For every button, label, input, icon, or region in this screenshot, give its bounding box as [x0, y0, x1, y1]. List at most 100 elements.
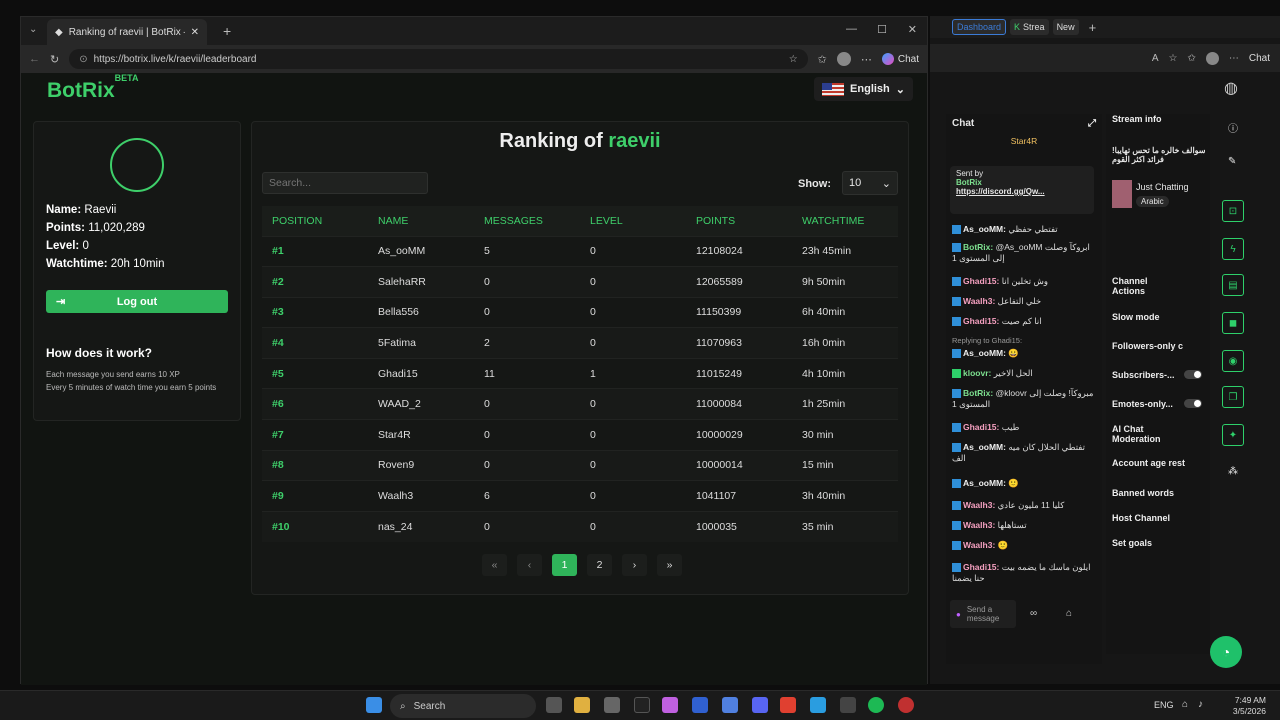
emote-picker-icon[interactable]: ∞: [1030, 608, 1037, 619]
back-icon[interactable]: ←: [29, 53, 40, 65]
browser-tab[interactable]: ◆ Ranking of raevii | BotRix — Cloud ✕: [47, 19, 207, 45]
next-page-icon[interactable]: ›: [622, 554, 647, 576]
language-selector[interactable]: English ⌄: [814, 77, 913, 101]
col-messages[interactable]: MESSAGES: [474, 206, 580, 236]
logout-button[interactable]: ⇥ Log out: [46, 290, 228, 313]
col-position[interactable]: POSITION: [262, 206, 368, 236]
msg-user[interactable]: As_ooMM:: [963, 478, 1006, 488]
taskbar-search[interactable]: ⌕ Search: [390, 694, 536, 718]
emotes-toggle[interactable]: [1184, 399, 1202, 408]
copilot-chat-button[interactable]: Chat: [881, 53, 919, 65]
close-tab-icon[interactable]: ✕: [191, 27, 199, 38]
tools-icon[interactable]: ✦: [1222, 424, 1244, 446]
msg-user[interactable]: Ghadi15:: [963, 562, 999, 572]
spotify-icon[interactable]: [868, 697, 884, 713]
col-watchtime[interactable]: WATCHTIME: [792, 206, 898, 236]
apps-icon[interactable]: ⁂: [1228, 466, 1238, 477]
maximize-icon[interactable]: ☐: [877, 23, 887, 36]
close-window-icon[interactable]: ✕: [908, 23, 917, 36]
msg-user[interactable]: Ghadi15:: [963, 316, 999, 326]
tiktok-icon[interactable]: [634, 697, 650, 713]
file-explorer-icon[interactable]: [574, 697, 590, 713]
action-ai-moderation[interactable]: AI Chat Moderation: [1112, 424, 1182, 444]
more-icon[interactable]: ⋯: [1229, 53, 1239, 64]
favorites-icon[interactable]: ✩: [818, 53, 827, 66]
botrix-logo[interactable]: BotRixBETA: [47, 73, 139, 103]
volume-icon[interactable]: ♪: [1198, 699, 1203, 710]
profile-avatar-icon[interactable]: [1205, 51, 1219, 65]
globe-icon[interactable]: ◍: [1224, 78, 1238, 98]
store-icon[interactable]: [604, 697, 620, 713]
info-icon[interactable]: ⓘ: [1228, 120, 1238, 135]
more-icon[interactable]: ⋯: [861, 53, 872, 66]
send-message-input[interactable]: ● Send a message: [950, 600, 1016, 628]
favorites-icon[interactable]: ✩: [1187, 53, 1195, 64]
site-info-icon[interactable]: ⊙: [79, 54, 87, 65]
tab-new[interactable]: New: [1052, 19, 1079, 35]
action-host-channel[interactable]: Host Channel: [1112, 513, 1170, 523]
app2-icon[interactable]: [840, 697, 856, 713]
col-name[interactable]: NAME: [368, 206, 474, 236]
msg-user[interactable]: As_ooMM:: [963, 224, 1006, 234]
bookmark-star-icon[interactable]: ☆: [789, 54, 798, 65]
msg-user[interactable]: Waalh3:: [963, 540, 995, 550]
profile-avatar-icon[interactable]: [836, 52, 851, 66]
task-view-icon[interactable]: [546, 697, 562, 713]
first-page-icon[interactable]: «: [482, 554, 507, 576]
pinned-message[interactable]: Sent by BotRix https://discord.gg/Qw...: [950, 166, 1094, 214]
app-icon[interactable]: [692, 697, 708, 713]
col-points[interactable]: POINTS: [686, 206, 792, 236]
action-followers-only[interactable]: Followers-only c: [1112, 341, 1183, 351]
discord-icon[interactable]: [752, 697, 768, 713]
action-banned-words[interactable]: Banned words: [1112, 488, 1174, 498]
new-tab-icon[interactable]: +: [223, 23, 231, 39]
chrome-icon[interactable]: [780, 697, 796, 713]
page-2-button[interactable]: 2: [587, 554, 612, 576]
read-aloud-icon[interactable]: A: [1152, 53, 1159, 64]
page-1-button[interactable]: 1: [552, 554, 577, 576]
action-set-goals[interactable]: Set goals: [1112, 538, 1152, 548]
reload-icon[interactable]: ↻: [50, 53, 59, 66]
url-field[interactable]: ⊙ https://botrix.live/k/raevii/leaderboar…: [69, 49, 808, 69]
prev-page-icon[interactable]: ‹: [517, 554, 542, 576]
msg-user[interactable]: Ghadi15:: [963, 276, 999, 286]
store-icon[interactable]: ⌂: [1066, 608, 1072, 619]
message-icon[interactable]: ◼: [1222, 312, 1244, 334]
action-slow-mode[interactable]: Slow mode: [1112, 312, 1160, 322]
msg-user[interactable]: Waalh3:: [963, 500, 995, 510]
notepad-icon[interactable]: [722, 697, 738, 713]
last-page-icon[interactable]: »: [657, 554, 682, 576]
tab-stream[interactable]: K Strea: [1010, 19, 1049, 35]
pinned-link[interactable]: https://discord.gg/Qw...: [956, 187, 1088, 196]
msg-user[interactable]: BotRix:: [963, 242, 993, 252]
input-language[interactable]: ENG: [1154, 700, 1174, 710]
msg-user[interactable]: Waalh3:: [963, 296, 995, 306]
tab-list-icon[interactable]: ⌄: [29, 24, 37, 35]
minimize-icon[interactable]: —: [846, 23, 857, 35]
obs-icon[interactable]: [898, 697, 914, 713]
copilot-chat-button[interactable]: Chat: [1249, 53, 1270, 64]
edit-icon[interactable]: ✎: [1228, 156, 1236, 167]
msg-user[interactable]: kloovr:: [963, 368, 991, 378]
search-input[interactable]: [262, 172, 428, 194]
capture-icon[interactable]: ⊡: [1222, 200, 1244, 222]
start-icon[interactable]: [366, 697, 382, 713]
msg-user[interactable]: As_ooMM:: [963, 348, 1006, 358]
show-select[interactable]: 10 ⌄: [842, 171, 898, 195]
tab-dashboard[interactable]: Dashboard: [952, 19, 1007, 35]
msg-user[interactable]: Waalh3:: [963, 520, 995, 530]
notes-icon[interactable]: ▤: [1222, 274, 1244, 296]
action-subscribers-only[interactable]: Subscribers-...: [1112, 370, 1175, 380]
popout-icon[interactable]: ⤢: [1088, 118, 1096, 129]
action-account-age[interactable]: Account age rest: [1112, 458, 1185, 468]
lightning-icon[interactable]: ϟ: [1222, 238, 1244, 260]
msg-user[interactable]: As_ooMM:: [963, 442, 1006, 452]
subscribers-toggle[interactable]: [1184, 370, 1202, 379]
copy-icon[interactable]: ❐: [1222, 386, 1244, 408]
action-emotes-only[interactable]: Emotes-only...: [1112, 399, 1173, 409]
bookmark-star-icon[interactable]: ☆: [1169, 53, 1178, 64]
msg-user[interactable]: Ghadi15:: [963, 422, 999, 432]
edge-icon[interactable]: [810, 697, 826, 713]
new-tab-icon[interactable]: +: [1089, 20, 1097, 35]
col-level[interactable]: LEVEL: [580, 206, 686, 236]
